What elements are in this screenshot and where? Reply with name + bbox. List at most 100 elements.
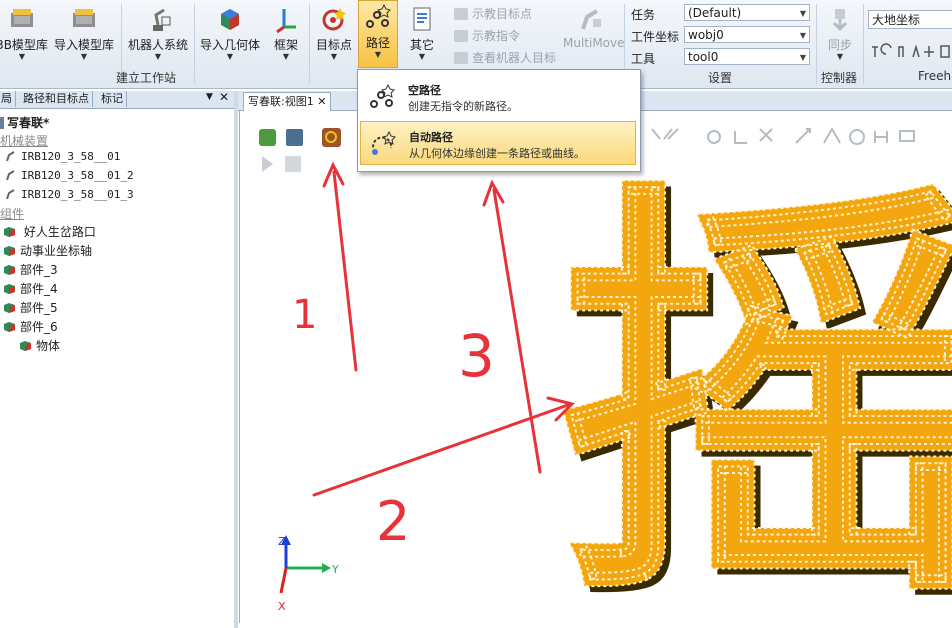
multimove-icon [581,9,601,30]
path-button[interactable]: 路径 ▼ [358,0,398,68]
tab-view1[interactable]: 写春联:视图1 ✕ [243,92,332,111]
tree-item-robot-2[interactable]: IRB120_3_58__01_2 [4,169,134,182]
tree-item-robot-3[interactable]: IRB120_3_58__01_3 [4,188,134,201]
axis-z-label: Z [278,535,286,548]
close-icon[interactable]: ✕ [219,90,229,104]
tab-paths-targets[interactable]: 路径和目标点 [20,91,93,107]
target-button[interactable]: 目标点 ▼ [314,3,354,65]
tree-item-component-1[interactable]: 好人生岔路口 [3,223,96,240]
import-geometry-button[interactable]: 导入几何体 ▼ [197,3,263,65]
tree-item-component-4[interactable]: 部件_4 [3,280,58,297]
task-select[interactable]: (Default) ▼ [684,4,810,21]
panel-splitter[interactable] [234,91,238,628]
document-icon [413,7,431,31]
view-robot-target-command[interactable]: 查看机器人目标 [454,49,556,66]
pin-dropdown-icon[interactable]: ▼ [206,92,213,102]
play-icon[interactable] [262,156,273,172]
geometry-icon [221,9,239,30]
group-label-build-station: 建立工作站 [116,71,177,85]
auto-path-icon [372,130,396,155]
wobj-label: 工件坐标 [631,30,680,44]
station-icon [0,117,4,129]
chevron-down-icon: ▼ [330,52,338,61]
wobj-select[interactable]: wobj0 ▼ [684,26,810,43]
part-icon [4,284,15,294]
chevron-down-icon: ▼ [418,52,426,61]
body-icon [20,341,31,351]
chevron-down-icon: ▼ [799,53,806,62]
menu-item-auto-path[interactable]: 自动路径 从几何体边缘创建一条路径或曲线。 [360,121,636,165]
chevron-down-icon: ▼ [18,52,26,61]
view-target-icon [454,52,468,64]
group-label-settings: 设置 [708,71,733,85]
left-panel-tabs: 局 路径和目标点 标记 ▼ ✕ [0,90,234,109]
measure-toolbar[interactable] [651,126,915,145]
tree-item-component-2[interactable]: 动事业坐标轴 [3,242,92,259]
stop-icon[interactable] [285,156,301,172]
tool-label: 工具 [631,52,656,66]
close-icon[interactable]: ✕ [317,95,326,108]
ribbon-separator [194,4,195,84]
tree-item-component-6[interactable]: 部件_6 [3,318,58,335]
snap-tool-icon[interactable] [322,128,341,147]
tool-select[interactable]: tool0 ▼ [684,48,810,65]
import-library-icon [73,9,95,27]
station-node[interactable]: 写春联* [0,114,49,131]
tab-tags[interactable]: 标记 [98,91,127,107]
import-library-button[interactable]: 导入模型库 ▼ [53,3,115,65]
chevron-down-icon: ▼ [374,50,382,59]
glyph-model[interactable]: 摇 [555,149,952,623]
target-icon [322,8,346,31]
empty-path-icon [370,83,395,108]
library-icon [11,9,33,27]
chevron-down-icon: ▼ [226,52,234,61]
robot-system-button[interactable]: 机器人系统 ▼ [126,3,190,65]
tab-layout[interactable]: 局 [0,91,16,107]
multimove-button[interactable]: MultiMove [563,3,625,65]
teach-instruction-command[interactable]: 示教指令 [454,27,520,44]
viewport-canvas: 摇 摇 Z Y X [259,126,952,623]
part-icon [4,303,15,313]
axis-y-label: Y [331,563,339,576]
group-label-freehand: Freeha [918,69,952,83]
path-icon [366,3,391,28]
frame-button[interactable]: 框架 ▼ [268,3,304,65]
ribbon-separator [863,4,864,84]
teach-instruction-icon [454,30,468,42]
view-tool-icon[interactable] [259,129,276,146]
part-icon [4,227,15,237]
tree-item-component-5[interactable]: 部件_5 [3,299,58,316]
frame-axes-icon [276,9,296,33]
menu-item-empty-path[interactable]: 空路径 创建无指令的新路径。 [360,75,636,119]
chevron-down-icon: ▼ [836,52,844,61]
robot-icon [6,170,15,180]
components-header: 组件 [0,207,25,221]
ribbon-separator [816,4,817,84]
view-toolbar[interactable] [259,128,341,172]
mechanisms-header: 机械装置 [0,134,49,148]
chevron-down-icon: ▼ [799,9,806,18]
chevron-down-icon: ▼ [80,52,88,61]
3d-viewport[interactable]: 摇 摇 Z Y X [239,111,952,623]
tree-item-robot-1[interactable]: IRB120_3_58__01 [4,150,120,163]
task-label: 任务 [631,8,656,22]
freehand-tools[interactable] [869,42,952,62]
part-icon [4,322,15,332]
chevron-down-icon: ▼ [154,52,162,61]
ribbon-separator [309,4,310,84]
view-tool-icon[interactable] [286,129,303,146]
chevron-down-icon: ▼ [282,52,290,61]
abb-library-button[interactable]: 3B模型库 ▼ [0,3,50,65]
teach-target-command[interactable]: 示教目标点 [454,5,532,22]
other-button[interactable]: 其它 ▼ [402,3,442,65]
coord-system-select[interactable]: 大地坐标 [868,10,952,29]
teach-target-icon [454,8,468,20]
part-icon [4,246,15,256]
tree-item-component-3[interactable]: 部件_3 [3,261,58,278]
freehand-tool-icons[interactable] [872,43,950,58]
tree-item-body[interactable]: 物体 [19,337,60,354]
axis-x-label: X [278,600,286,613]
layout-tree: 写春联* 机械装置 IRB120_3_58__01 IRB120_3_58__0… [0,110,234,628]
sync-button[interactable]: 同步 ▼ [820,3,860,65]
group-label-controller: 控制器 [821,71,858,85]
